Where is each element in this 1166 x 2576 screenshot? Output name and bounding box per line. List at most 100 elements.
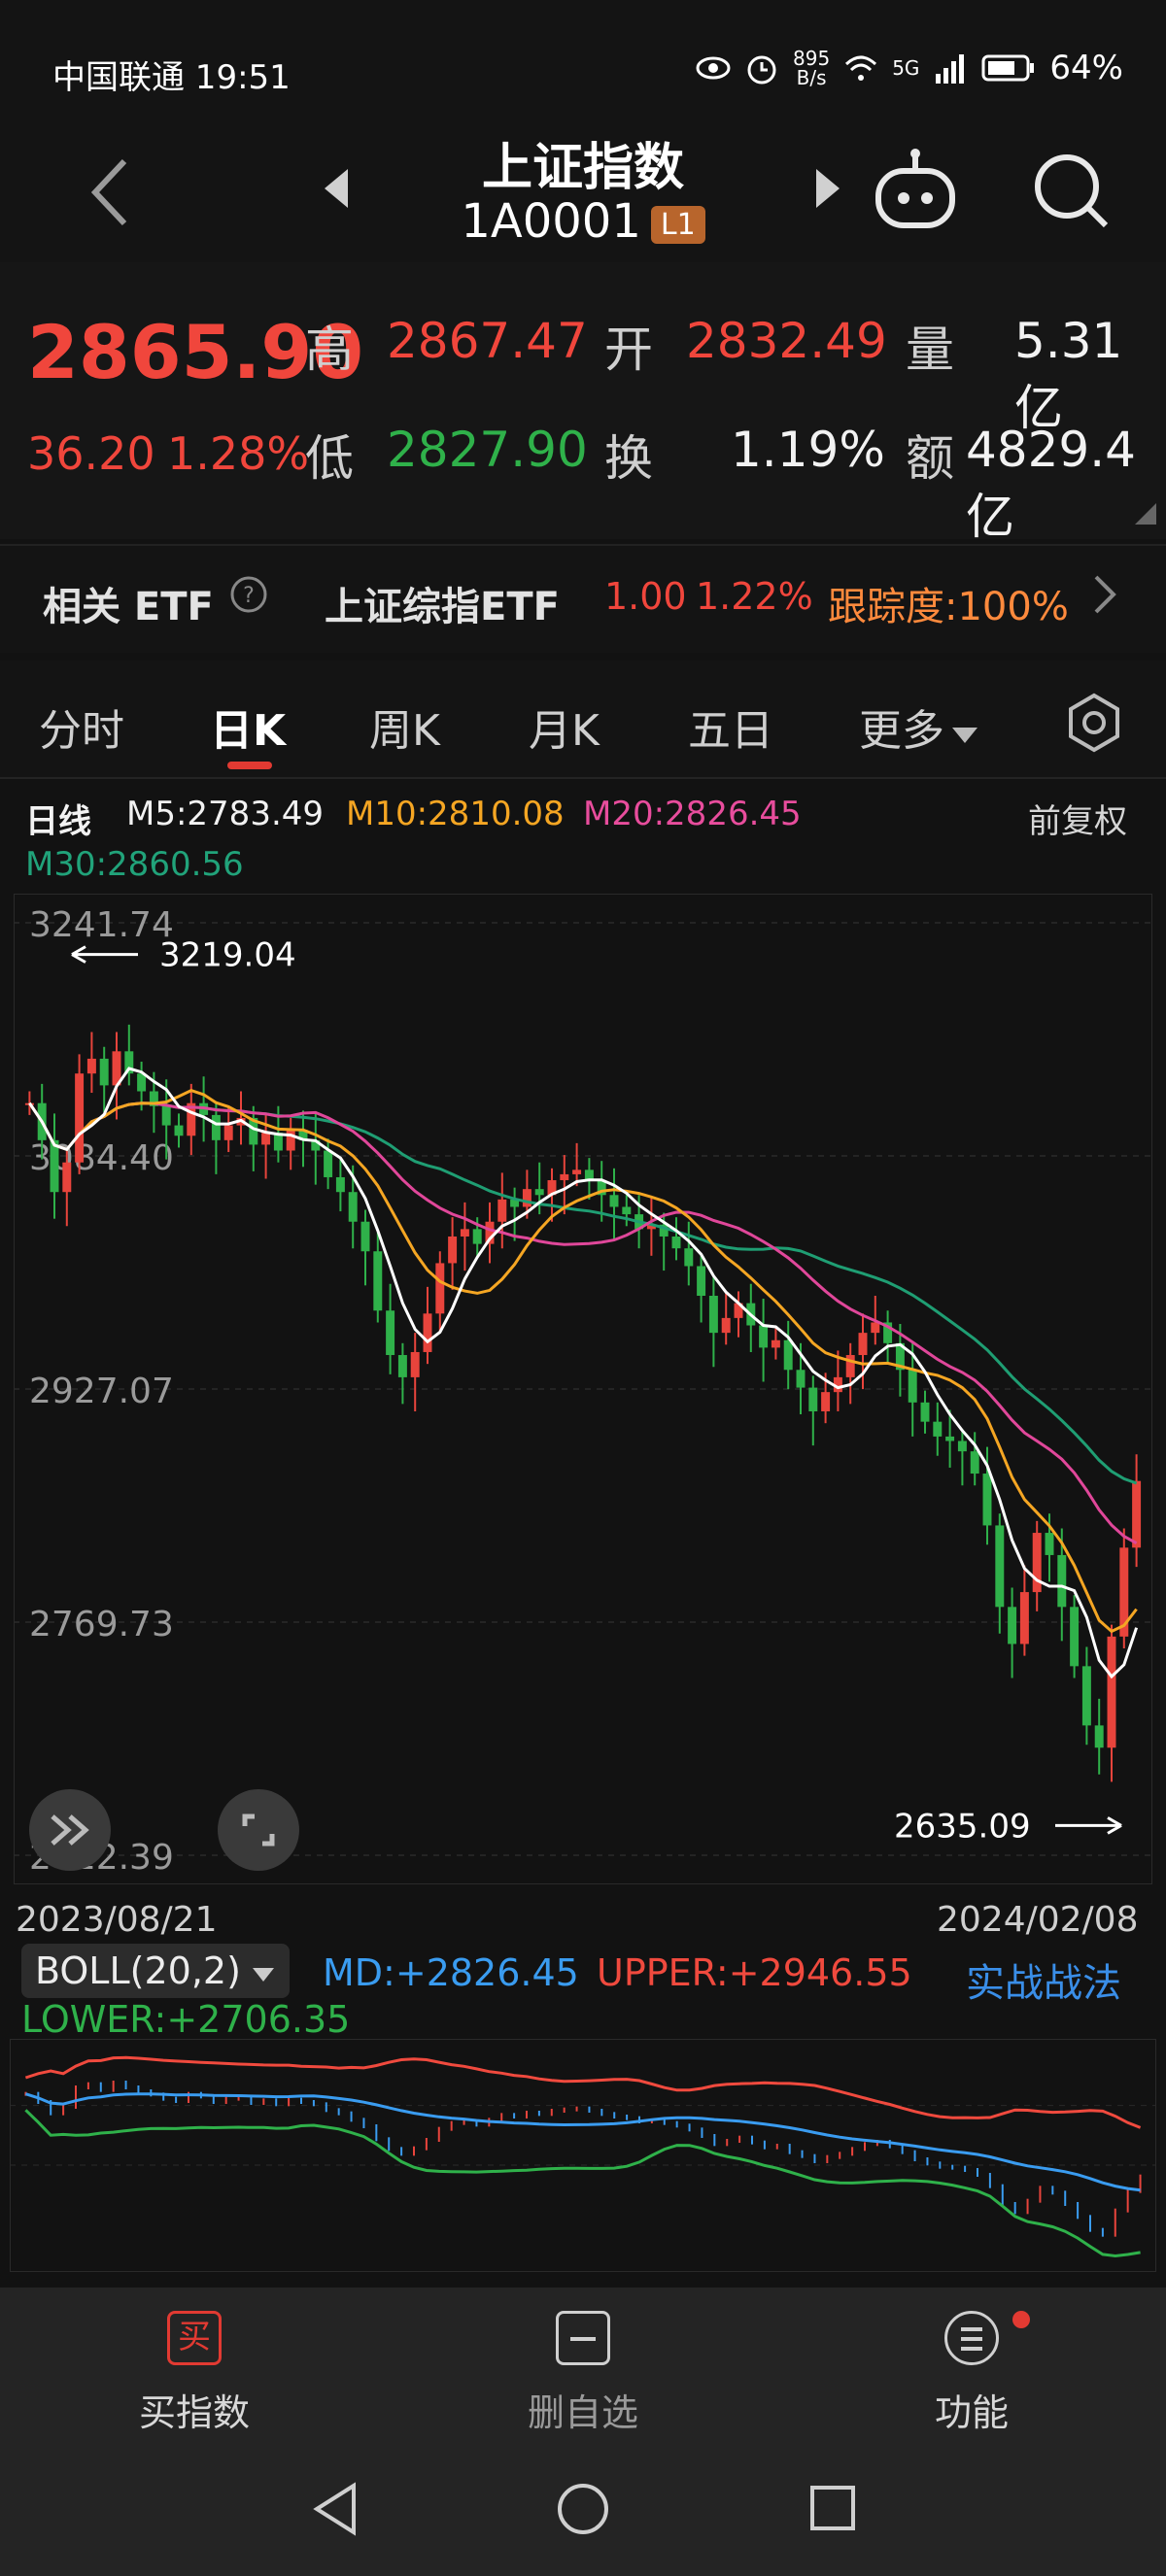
tab-weekly-k[interactable]: 周K [369,695,440,758]
candle-body [223,1125,233,1140]
functions-button[interactable]: 功能 [855,2311,1088,2436]
candle-body [360,1221,370,1252]
candle-body [423,1313,432,1352]
candle-body [771,1339,780,1348]
volume-label: 量 [906,322,954,378]
candle-body [497,1199,507,1222]
candle-body [708,1296,718,1334]
x-end-label: 2024/02/08 [937,1900,1139,1940]
high-arrow-icon [71,945,138,964]
chevron-right-icon[interactable] [1092,573,1117,626]
system-recents-icon[interactable] [808,2484,857,2536]
candle-body [933,1421,943,1437]
etf-price: 1.00 [604,575,687,618]
boll-chart[interactable] [10,2039,1156,2272]
eye-icon [696,51,731,85]
help-icon[interactable]: ? [229,575,268,624]
tab-daily-k[interactable]: 日K [210,695,286,758]
remove-watchlist-label: 删自选 [527,2391,638,2434]
candle-body [783,1339,793,1371]
ma5-line [28,1067,1139,1679]
candle-body [845,1355,855,1377]
search-icon[interactable] [1030,150,1112,235]
candle-body [808,1387,818,1411]
candle-body [50,1139,59,1193]
candle-body [1081,1666,1091,1726]
candle-body [908,1370,917,1403]
candle-body [945,1436,955,1441]
related-etf-row[interactable]: 相关 ETF ? 上证综指ETF 1.00 1.22% 跟踪度:100% [0,544,1166,653]
high-price-marker: 3219.04 [159,936,296,975]
boll-selector[interactable]: BOLL(20,2) [21,1944,290,1998]
strategy-link[interactable]: 实战战法 [966,1951,1121,2008]
system-home-icon[interactable] [556,2482,610,2540]
tab-more[interactable]: 更多 [859,695,979,758]
fullscreen-icon[interactable] [216,1787,301,1877]
candle-body [622,1206,632,1215]
remove-watchlist-button[interactable]: 删自选 [466,2311,700,2436]
high-label: 高 [305,322,354,378]
expand-corner-icon[interactable] [1135,503,1156,528]
candle-body [957,1441,967,1452]
wifi-icon [843,51,878,85]
candle-body [348,1192,358,1222]
candle-body [286,1130,295,1151]
y-tick-label: 2769.73 [29,1605,174,1644]
candle-body [261,1133,271,1145]
bottom-action-bar: 买 买指数 删自选 功能 [0,2288,1166,2453]
candle-body [970,1451,979,1474]
candle-body [448,1236,458,1264]
boll-upper: UPPER:+2946.55 [597,1951,912,1994]
candle-body [522,1189,532,1207]
buy-icon: 买 [167,2311,222,2365]
system-nav-bar [0,2453,1166,2576]
candle-body [684,1248,694,1267]
ma10-line [28,1088,1138,1634]
robot-assistant-icon[interactable] [871,146,960,239]
adjust-mode[interactable]: 前复权 [1028,795,1127,842]
candle-body [995,1525,1005,1608]
candle-body [572,1169,582,1174]
open-value: 2832.49 [686,313,887,369]
boll-upper-line [24,2055,1142,2129]
candle-body [1045,1533,1054,1555]
boll-indicator: BOLL(20,2) MD:+2826.45 UPPER:+2946.55 实战… [0,1938,1166,2278]
ma5-value: M5:2783.49 [126,795,325,833]
settings-hexagon-icon[interactable] [1063,692,1125,758]
candle-body [796,1370,806,1388]
buy-index-button[interactable]: 买 买指数 [78,2311,311,2436]
high-value: 2867.47 [387,313,588,369]
signal-icon [933,51,968,85]
tab-monthly-k[interactable]: 月K [529,695,600,758]
tab-intraday[interactable]: 分时 [39,695,124,758]
ma20-value: M20:2826.45 [583,795,802,833]
battery-icon [981,51,1036,85]
candle-body [1132,1480,1142,1548]
candle-body [821,1392,831,1411]
period-label: 日线 [25,802,91,841]
candle-body [324,1150,333,1177]
candle-body [62,1162,72,1193]
candle-body [671,1236,681,1249]
candle-body [759,1325,769,1348]
ma30-value: M30:2860.56 [25,845,244,884]
net-speed: 895 B/s [793,47,831,89]
system-back-icon[interactable] [311,2482,360,2540]
candle-body [174,1125,184,1136]
ma20-line [28,1102,1138,1545]
x-start-label: 2023/08/21 [16,1900,218,1940]
level-badge: L1 [650,205,705,244]
amount-value: 4829.4亿 [966,422,1136,545]
status-icons: 895 B/s 5G 64% [696,49,1123,87]
functions-label: 功能 [934,2391,1009,2434]
battery-level: 64% [1049,49,1123,87]
candle-body [435,1263,445,1314]
next-stock-icon[interactable] [812,167,843,214]
tab-five-day[interactable]: 五日 [688,695,773,758]
price-change: 36.20 [27,427,155,480]
kline-chart[interactable]: 3241.743084.402927.072769.732612.393219.… [14,894,1152,1884]
collapse-icon[interactable] [27,1787,113,1877]
amount-label: 额 [906,430,954,487]
alarm-icon [744,51,779,85]
candle-body [1008,1607,1017,1644]
